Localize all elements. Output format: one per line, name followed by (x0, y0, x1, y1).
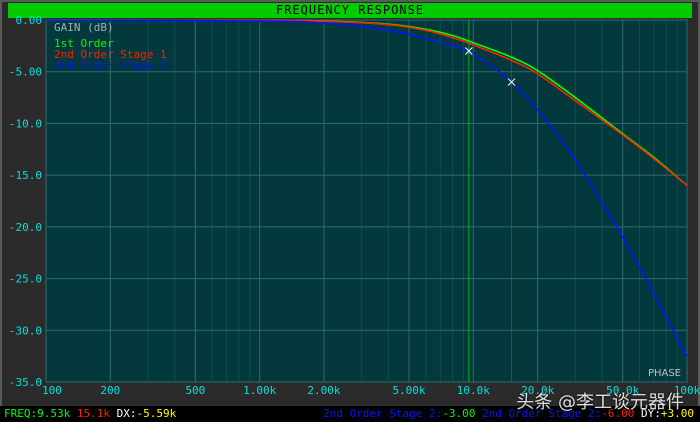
x-tick-label: 2.00k (307, 384, 340, 397)
dx-label: DX: (116, 407, 137, 420)
x-tick-label: 100 (42, 384, 62, 397)
legend-entry: 2nd Order Stage 2 (54, 59, 167, 72)
x-tick-label: 1.00k (243, 384, 276, 397)
cursor2-freq: 15.1k (76, 407, 110, 420)
y-tick-label: -20.0 (9, 221, 42, 234)
trace1-value: -3.00 (442, 407, 476, 420)
cursor1-freq: 9.53k (37, 407, 71, 420)
y-tick-label: -35.0 (9, 376, 42, 389)
dx-value: -5.59k (136, 407, 177, 420)
trace1-label: 2nd Order Stage 2: (323, 407, 443, 420)
y-tick-label: 0.00 (16, 14, 43, 27)
y-tick-label: -25.0 (9, 273, 42, 286)
x-tick-label: 10.0k (457, 384, 490, 397)
y-tick-label: -30.0 (9, 324, 42, 337)
y-tick-label: -10.0 (9, 117, 42, 130)
y-tick-label: -5.00 (9, 66, 42, 79)
freq-label: FREQ: (4, 407, 38, 420)
y-tick-label: -15.0 (9, 169, 42, 182)
frequency-response-chart[interactable]: 100 200 500 1.00k 2.00k 5.00k 10.0k 20.0k 50.0k 1… (0, 0, 700, 422)
plot-area (45, 19, 688, 383)
y-axis-label: GAIN (dB) (54, 21, 114, 34)
x-tick-label: 500 (185, 384, 205, 397)
x-tick-label: 5.00k (392, 384, 425, 397)
x-tick-label: 200 (100, 384, 120, 397)
watermark: 头条 @李工谈元器件 (516, 392, 684, 413)
phase-label: PHASE (648, 368, 681, 379)
